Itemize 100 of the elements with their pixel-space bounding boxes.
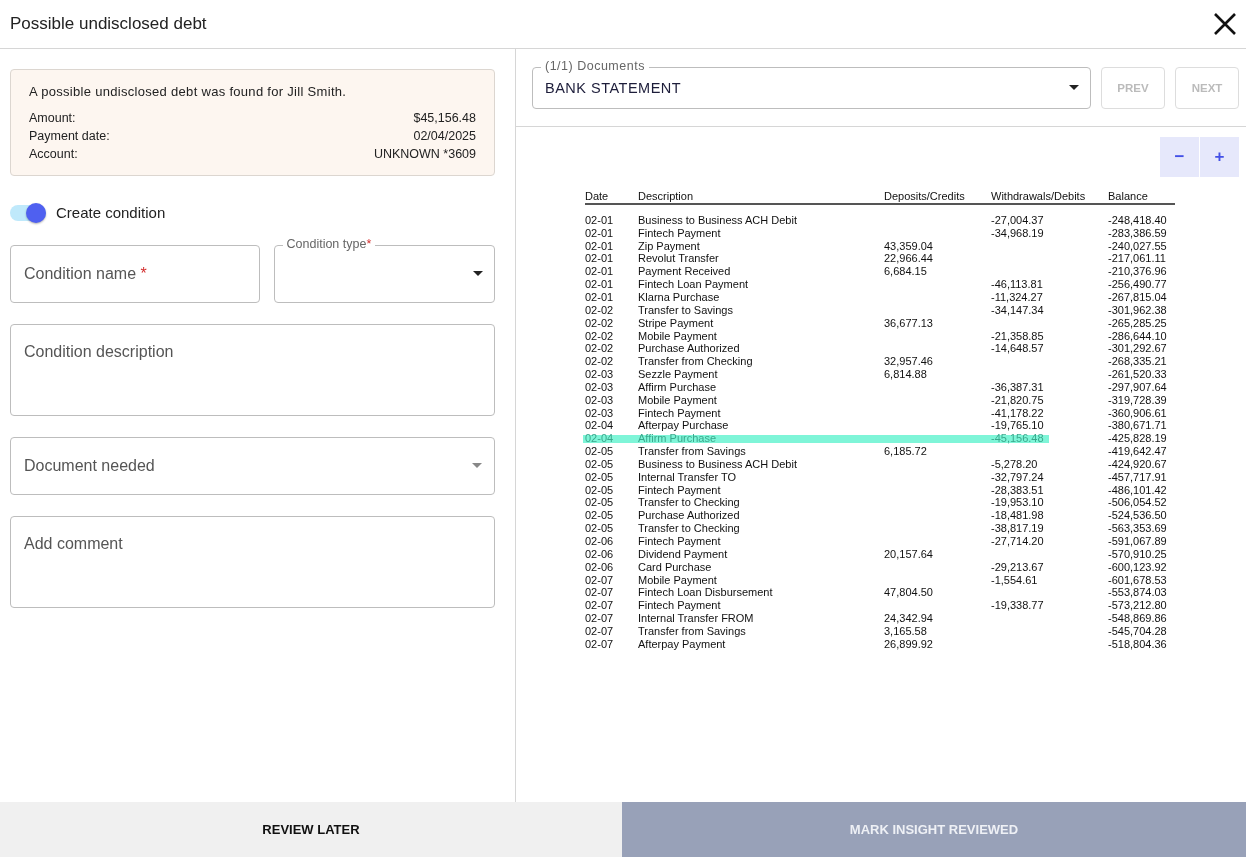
- table-cell: -518,804.36: [1108, 638, 1167, 650]
- table-cell: -573,212.80: [1108, 600, 1167, 612]
- table-cell: -248,418.40: [1108, 214, 1167, 226]
- table-cell: -286,644.10: [1108, 330, 1167, 342]
- table-cell: Fintech Payment: [638, 484, 721, 496]
- table-cell: 02-05: [585, 497, 614, 509]
- table-cell: -46,113.81: [991, 279, 1043, 291]
- close-icon: [1212, 11, 1238, 37]
- table-cell: -261,520.33: [1108, 369, 1167, 381]
- dropdown-caret-icon: [1069, 84, 1079, 90]
- select-field[interactable]: Condition type*: [273, 237, 495, 303]
- column-header: Withdrawals/Debits: [991, 191, 1086, 202]
- table-cell: -548,869.86: [1108, 613, 1167, 625]
- table-cell: 3,165.58: [884, 625, 927, 637]
- table-cell: 02-05: [585, 446, 614, 458]
- column-header: Balance: [1108, 191, 1148, 202]
- table-cell: 02-01: [585, 253, 614, 265]
- table-cell: 02-02: [585, 304, 614, 316]
- table-cell: -570,910.25: [1108, 548, 1167, 560]
- table-cell: 02-07: [585, 638, 614, 650]
- table-cell: Business to Business ACH Debit: [638, 458, 797, 470]
- table-cell: -301,962.38: [1108, 304, 1167, 316]
- table-cell: Mobile Payment: [638, 574, 717, 586]
- table-cell: 02-01: [585, 279, 614, 291]
- table-cell: -506,054.52: [1108, 497, 1167, 509]
- table-cell: -545,704.28: [1108, 625, 1167, 637]
- zoom-button[interactable]: −: [1160, 137, 1199, 177]
- table-cell: 02-01: [585, 227, 614, 239]
- table-cell: -28,383.51: [991, 484, 1044, 496]
- table-cell: Fintech Payment: [638, 536, 721, 547]
- table-cell: -32,797.24: [991, 471, 1044, 483]
- table-cell: 02-07: [585, 613, 614, 625]
- table-cell: 47,804.50: [884, 587, 933, 599]
- table-cell: Affirm Purchase: [638, 433, 717, 445]
- table-cell: Mobile Payment: [638, 330, 717, 342]
- table-cell: Affirm Purchase: [638, 381, 717, 393]
- table-cell: Klarna Purchase: [638, 292, 720, 303]
- table-cell: Transfer from Savings: [638, 625, 746, 637]
- table-cell: Internal Transfer TO: [638, 471, 737, 483]
- table-cell: Stripe Payment: [638, 317, 714, 329]
- document-select[interactable]: (1/1) Documents BANK STATEMENT: [532, 58, 1091, 109]
- table-cell: 02-05: [585, 458, 614, 470]
- toggle-switch[interactable]: [10, 204, 46, 221]
- table-cell: -21,358.85: [991, 330, 1044, 342]
- table-cell: -553,874.03: [1108, 587, 1167, 599]
- table-cell: Zip Payment: [638, 240, 700, 252]
- select-field[interactable]: Document needed: [10, 437, 495, 495]
- table-cell: -45,156.48: [991, 433, 1044, 445]
- table-cell: Transfer to Checking: [638, 523, 740, 535]
- table-cell: 02-06: [585, 536, 614, 547]
- input-field[interactable]: Condition name *: [10, 245, 260, 303]
- table-cell: Afterpay Purchase: [638, 420, 729, 432]
- table-cell: Fintech Loan Disbursement: [638, 587, 773, 599]
- table-cell: -283,386.59: [1108, 227, 1167, 239]
- textarea-field[interactable]: Add comment: [10, 516, 495, 608]
- table-cell: -27,714.20: [991, 536, 1044, 547]
- table-cell: Transfer from Savings: [638, 446, 746, 458]
- table-cell: 24,342.94: [884, 613, 933, 625]
- table-cell: Fintech Payment: [638, 407, 721, 419]
- table-cell: Dividend Payment: [638, 548, 728, 560]
- table-cell: Transfer to Savings: [638, 304, 733, 316]
- textarea-field[interactable]: Condition description: [10, 324, 495, 416]
- table-cell: 6,814.88: [884, 369, 927, 381]
- table-cell: -19,953.10: [991, 497, 1044, 509]
- detail-value: UNKNOWN *3609: [373, 147, 476, 161]
- table-cell: 6,185.72: [884, 446, 927, 458]
- zoom-button[interactable]: +: [1200, 137, 1239, 177]
- table-cell: Internal Transfer FROM: [638, 613, 754, 625]
- table-cell: -256,490.77: [1108, 279, 1167, 291]
- table-cell: -319,728.39: [1108, 394, 1167, 406]
- table-cell: -14,648.57: [991, 343, 1044, 355]
- table-cell: -41,178.22: [991, 407, 1044, 419]
- toggle-label: Create condition: [56, 204, 166, 221]
- table-cell: -267,815.04: [1108, 292, 1167, 303]
- table-cell: Sezzle Payment: [638, 369, 718, 381]
- column-header: Date: [585, 191, 609, 202]
- footer-button[interactable]: REVIEW LATER: [0, 802, 622, 857]
- table-cell: Mobile Payment: [638, 394, 717, 406]
- close-button[interactable]: [1212, 11, 1238, 37]
- table-cell: Revolut Transfer: [638, 253, 719, 265]
- table-cell: 02-02: [585, 317, 614, 329]
- table-cell: Fintech Loan Payment: [638, 279, 749, 291]
- dropdown-caret-icon: [473, 271, 483, 276]
- table-cell: Card Purchase: [638, 561, 712, 573]
- table-cell: -419,642.47: [1108, 446, 1167, 458]
- table-cell: -19,338.77: [991, 600, 1044, 612]
- table-cell: -600,123.92: [1108, 561, 1167, 573]
- table-cell: 02-04: [585, 420, 614, 432]
- alert-message: A possible undisclosed debt was found for Jill Smith.: [29, 84, 348, 99]
- table-cell: -18,481.98: [991, 510, 1044, 522]
- table-cell: Payment Received: [638, 266, 731, 278]
- table-cell: 36,677.13: [884, 317, 933, 329]
- table-cell: -360,906.61: [1108, 407, 1167, 419]
- table-cell: 02-03: [585, 369, 614, 381]
- detail-label: Payment date:: [29, 129, 110, 143]
- dialog-title: Possible undisclosed debt: [10, 14, 207, 34]
- table-cell: -34,147.34: [991, 304, 1044, 316]
- detail-value: 02/04/2025: [413, 129, 476, 143]
- table-cell: -240,027.55: [1108, 240, 1167, 252]
- table-cell: 22,966.44: [884, 253, 933, 265]
